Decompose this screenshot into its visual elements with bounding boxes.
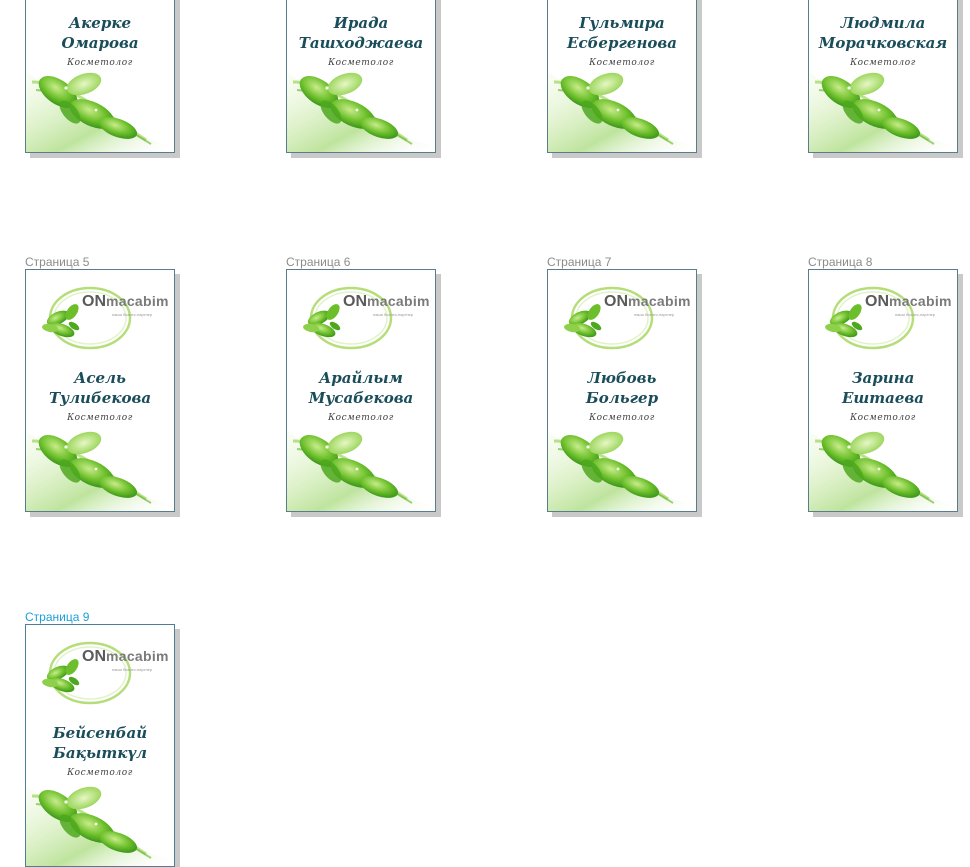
- green-leaf-decoration: [548, 72, 696, 152]
- page-label[interactable]: Страница 9: [25, 610, 89, 624]
- logo-wordmark: ONmacabim: [82, 293, 169, 310]
- page-label[interactable]: Страница 7: [547, 255, 611, 269]
- page-thumbnail[interactable]: ONmacabim наши бизнес-партнер Любовь Бол…: [547, 269, 697, 512]
- logo-tagline: наши бизнес-партнер: [112, 667, 153, 672]
- green-leaf-decoration: [287, 72, 435, 152]
- person-name: Бейсенбай Бақыткүл: [52, 724, 148, 762]
- logo-tagline: наши бизнес-партнер: [112, 312, 153, 317]
- green-leaf-decoration: [26, 72, 174, 152]
- page-thumbnail[interactable]: Акерке Омарова Косметолог: [25, 0, 175, 153]
- green-leaf-decoration: [26, 431, 174, 511]
- logo-wordmark: ONmacabim: [604, 293, 691, 310]
- logo-wordmark: ONmacabim: [343, 293, 430, 310]
- person-name: Людмила Морачковская: [818, 14, 948, 52]
- person-name: Гульмира Есбергенова: [567, 14, 677, 52]
- page-label[interactable]: Страница 8: [808, 255, 872, 269]
- person-name: Любовь Больгер: [585, 369, 659, 407]
- green-leaf-decoration: [548, 431, 696, 511]
- page-label[interactable]: Страница 6: [286, 255, 350, 269]
- logo-wordmark: ONmacabim: [865, 293, 952, 310]
- person-name: Акерке Омарова: [61, 14, 139, 52]
- person-name: Ирада Ташходжаева: [298, 14, 424, 52]
- logo-tagline: наши бизнес-партнер: [895, 312, 936, 317]
- page-thumbnail[interactable]: Ирада Ташходжаева Косметолог: [286, 0, 436, 153]
- logo-tagline: наши бизнес-партнер: [373, 312, 414, 317]
- green-leaf-decoration: [809, 72, 957, 152]
- green-leaf-decoration: [287, 431, 435, 511]
- logo-wordmark: ONmacabim: [82, 648, 169, 665]
- green-leaf-decoration: [26, 786, 174, 866]
- page-thumbnail[interactable]: ONmacabim наши бизнес-партнер Асель Тули…: [25, 269, 175, 512]
- person-name: Зарина Ештаева: [841, 369, 924, 407]
- page-thumbnail[interactable]: ONmacabim наши бизнес-партнер Бейсенбай …: [25, 624, 175, 867]
- page-thumbnail[interactable]: ONmacabim наши бизнес-партнер Зарина Ешт…: [808, 269, 958, 512]
- person-name: Арайлым Мусабекова: [308, 369, 414, 407]
- logo-tagline: наши бизнес-партнер: [634, 312, 675, 317]
- person-name: Асель Тулибекова: [48, 369, 152, 407]
- green-leaf-decoration: [809, 431, 957, 511]
- page-thumbnail[interactable]: ONmacabim наши бизнес-партнер Арайлым Му…: [286, 269, 436, 512]
- page-thumbnail[interactable]: Гульмира Есбергенова Косметолог: [547, 0, 697, 153]
- page-label[interactable]: Страница 5: [25, 255, 89, 269]
- page-thumbnail[interactable]: Людмила Морачковская Косметолог: [808, 0, 958, 153]
